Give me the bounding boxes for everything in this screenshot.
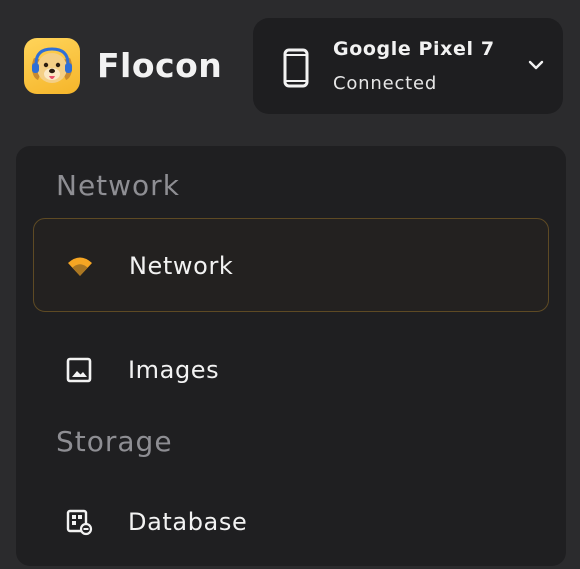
database-icon xyxy=(65,508,93,536)
sidebar-item-database[interactable]: Database xyxy=(33,475,549,569)
sidebar-item-network[interactable]: Network xyxy=(33,218,549,312)
sidebar-item-label: Database xyxy=(128,508,248,536)
section-title-storage: Storage xyxy=(56,425,173,458)
sidebar: Network Network Images Storage Database xyxy=(16,146,566,566)
device-selector[interactable]: Google Pixel 7 Connected xyxy=(253,18,563,114)
smartphone-icon xyxy=(283,48,309,92)
app-title: Flocon xyxy=(97,46,223,85)
section-title-network: Network xyxy=(56,169,180,202)
sidebar-item-label: Images xyxy=(128,356,220,384)
top-bar: Flocon Google Pixel 7 Connected xyxy=(0,0,580,130)
sidebar-item-images[interactable]: Images xyxy=(33,323,549,417)
device-status: Connected xyxy=(333,73,438,94)
image-icon xyxy=(65,356,93,384)
dog-face-logo-icon xyxy=(24,38,80,94)
wifi-icon xyxy=(66,252,94,280)
chevron-down-icon[interactable] xyxy=(527,56,545,78)
sidebar-item-label: Network xyxy=(129,252,234,280)
device-name: Google Pixel 7 xyxy=(333,38,495,60)
